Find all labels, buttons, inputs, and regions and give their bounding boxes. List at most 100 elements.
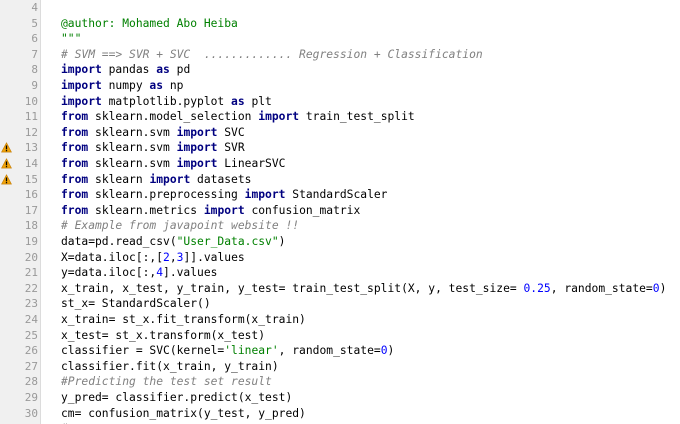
code-token: sklearn.svm: [88, 157, 177, 170]
line-number: 13: [24, 141, 38, 155]
code-line-9[interactable]: 9 import numpy as np: [0, 78, 680, 94]
code-token: from: [61, 157, 89, 170]
code-text: classifier.fit(x_train, y_train): [61, 359, 279, 375]
code-line-11[interactable]: 11 from sklearn.model_selection import tr…: [0, 109, 680, 125]
code-token: classifier = SVC(kernel=: [61, 344, 225, 358]
code-line-27[interactable]: 27 classifier.fit(x_train, y_train): [0, 359, 680, 375]
code-token: import: [176, 157, 218, 170]
code-token: 0.25: [523, 281, 551, 295]
line-number: 7: [31, 47, 38, 61]
code-line-10[interactable]: 10 import matplotlib.pyplot as plt: [0, 94, 680, 110]
code-token: 0: [380, 344, 388, 358]
code-line-28[interactable]: 28 #Predicting the test set result: [0, 374, 680, 390]
code-token: confusion_matrix: [244, 203, 361, 217]
code-line-20[interactable]: 20 X=data.iloc[:,[2,3]].values: [0, 250, 680, 266]
code-token: ]].values: [183, 250, 245, 264]
code-token: ].values: [163, 266, 218, 280]
code-token: , random_state=: [550, 281, 653, 295]
line-number: 28: [24, 375, 38, 389]
code-line-30[interactable]: 30 cm= confusion_matrix(y_test, y_pred): [0, 406, 680, 422]
code-line-5[interactable]: 5 @author: Mohamed Abo Heiba: [0, 16, 680, 32]
code-line-23[interactable]: 23 st_x= StandardScaler(): [0, 296, 680, 312]
code-text: from sklearn.svm import LinearSVC: [61, 156, 285, 172]
code-line-25[interactable]: 25 x_test= st_x.transform(x_test): [0, 328, 680, 344]
code-token: StandardScaler: [285, 188, 388, 202]
line-number: 16: [24, 188, 38, 202]
code-area[interactable]: 4 5 @author: Mohamed Abo Heiba 6 """ 7 # SVM =…: [0, 0, 680, 424]
code-token: pandas: [101, 63, 157, 77]
code-editor[interactable]: 4 5 @author: Mohamed Abo Heiba 6 """ 7 # SVM =…: [0, 0, 680, 424]
code-text: x_train, x_test, y_train, y_test= train_…: [61, 281, 666, 297]
code-line-13[interactable]: 13 from sklearn.svm import SVR: [0, 140, 680, 156]
code-token: from: [61, 188, 89, 202]
code-token: from: [61, 125, 89, 139]
line-number: 21: [24, 266, 38, 280]
code-line-12[interactable]: 12 from sklearn.svm import SVC: [0, 125, 680, 141]
code-line-21[interactable]: 21 y=data.iloc[:,4].values: [0, 265, 680, 281]
line-number: 24: [24, 313, 38, 326]
line-number: 6: [31, 32, 38, 46]
code-token: classifier.fit(x_train, y_train): [61, 359, 279, 373]
line-number: 27: [24, 359, 38, 373]
code-line-8[interactable]: 8 import pandas as pd: [0, 62, 680, 78]
line-number: 14: [24, 157, 38, 170]
code-text: # SVM ==> SVR + SVC ............. Regres…: [61, 47, 483, 63]
code-text: x_train= st_x.fit_transform(x_train): [61, 312, 306, 328]
line-number: 22: [24, 281, 38, 295]
code-text: st_x= StandardScaler(): [61, 296, 211, 312]
code-token: as: [156, 63, 170, 77]
code-token: LinearSVC: [217, 157, 286, 170]
code-line-15[interactable]: 15 from sklearn import datasets: [0, 172, 680, 188]
code-line-26[interactable]: 26 classifier = SVC(kernel='linear', rand…: [0, 343, 680, 359]
code-line-24[interactable]: 24 x_train= st_x.fit_transform(x_train): [0, 312, 680, 328]
code-token: sklearn.metrics: [88, 203, 204, 217]
code-line-18[interactable]: 18 # Example from javapoint website !!: [0, 218, 680, 234]
code-line-6[interactable]: 6 """: [0, 31, 680, 47]
code-line-29[interactable]: 29 y_pred= classifier.predict(x_test): [0, 390, 680, 406]
line-number: 29: [24, 391, 38, 404]
line-number: 26: [24, 344, 38, 358]
code-text: import pandas as pd: [61, 62, 190, 78]
code-text: x_test= st_x.transform(x_test): [61, 328, 265, 344]
code-line-22[interactable]: 22 x_train, x_test, y_train, y_test= trai…: [0, 281, 680, 297]
code-token: X=data.iloc[:,[: [61, 250, 164, 264]
code-token: st_x= StandardScaler(): [61, 297, 211, 311]
code-token: numpy: [101, 79, 150, 92]
line-number: 9: [31, 79, 38, 92]
line-number: 12: [24, 125, 38, 139]
line-number: 17: [24, 203, 38, 217]
code-token: , random_state=: [278, 344, 381, 358]
code-line-7[interactable]: 7 # SVM ==> SVR + SVC ............. Regre…: [0, 47, 680, 63]
code-token: import: [61, 79, 102, 92]
code-token: import: [176, 141, 218, 155]
code-token: """: [61, 32, 82, 46]
code-line-4[interactable]: 4: [0, 0, 680, 16]
code-text: from sklearn.model_selection import trai…: [61, 109, 415, 125]
line-number: 20: [24, 250, 38, 264]
code-text: from sklearn.svm import SVC: [61, 125, 245, 141]
code-line-14[interactable]: 14 from sklearn.svm import LinearSVC: [0, 156, 680, 172]
code-token: ,: [169, 250, 177, 264]
code-token: as: [149, 79, 164, 92]
code-token: plt: [244, 94, 272, 108]
code-line-16[interactable]: 16 from sklearn.preprocessing import Stan…: [0, 187, 680, 203]
code-text: from sklearn import datasets: [61, 172, 251, 188]
code-text: #Predicting the test set result: [61, 374, 272, 390]
code-text: X=data.iloc[:,[2,3]].values: [61, 250, 245, 266]
code-token: # Example from javapoint website !!: [61, 219, 300, 233]
code-token: from: [61, 141, 89, 155]
code-token: import: [149, 172, 191, 186]
code-token: import: [203, 203, 245, 217]
code-line-17[interactable]: 17 from sklearn.metrics import confusion_…: [0, 203, 680, 219]
line-number: 4: [31, 1, 38, 14]
code-text: @author: Mohamed Abo Heiba: [61, 16, 238, 32]
code-token: 4: [156, 266, 164, 280]
line-number: 23: [24, 297, 38, 311]
code-text: # Example from javapoint website !!: [61, 218, 299, 234]
code-token: import: [258, 110, 300, 124]
code-token: sklearn.svm: [88, 141, 177, 155]
code-text: y=data.iloc[:,4].values: [61, 265, 217, 281]
code-token: "User_Data.csv": [176, 235, 279, 248]
line-number: 5: [31, 16, 38, 30]
code-line-19[interactable]: 19 data=pd.read_csv("User_Data.csv"): [0, 234, 680, 250]
